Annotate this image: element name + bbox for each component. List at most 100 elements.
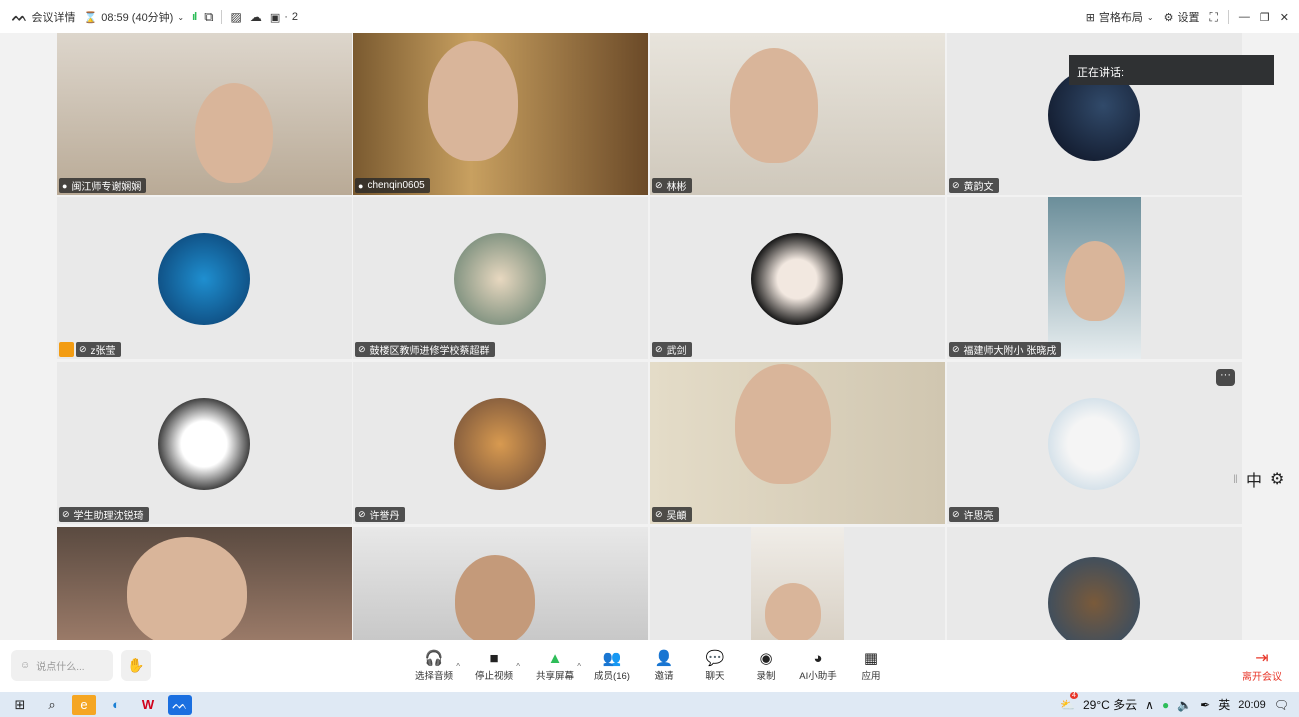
weather-icon[interactable]: ⛅ 4 [1060,691,1078,712]
participant-face [455,555,535,640]
add-user-icon: 👤 [654,650,674,667]
record-button[interactable]: ◉ 录制 [738,650,794,682]
drag-handle-icon[interactable]: ‖ [1233,472,1238,486]
participant-tile[interactable]: ● chenqin0605 [353,33,648,195]
ai-assistant-icon: ◕ [813,650,823,667]
apps-button[interactable]: ▦ 应用 [843,650,899,682]
participant-avatar [1048,398,1140,490]
wps-office-icon[interactable]: W [136,695,160,715]
cloud-icon[interactable]: ☁ [250,10,262,24]
notification-icon[interactable]: 🗨 [1274,698,1289,712]
ai-label: AI小助手 [799,671,837,682]
participant-tile[interactable] [650,527,945,640]
no-record-icon[interactable]: ▨ [230,10,241,24]
participant-avatar [158,398,250,490]
participant-face [195,83,273,183]
quick-chat-input[interactable]: ☺ 说点什么... [11,650,113,681]
members-button[interactable]: 👥 成员(16) [584,650,640,682]
signal-strength-icon[interactable]: ıl [192,11,197,23]
video-button[interactable]: ■ 停止视频 ^ [466,650,522,682]
meeting-top-bar: ᨓ 会议详情 ⌛ 08:59 (40分钟) ⌄ ıl ⧉ ▨ ☁ ▣ · 2 ⊞… [0,0,1299,34]
ie-browser-icon[interactable]: e [72,694,96,715]
camera-icon: ■ [489,650,499,667]
participant-tile[interactable] [353,527,648,640]
participant-tile[interactable]: ⊘ 许誉丹 [353,362,648,524]
participant-tile[interactable]: ⊘ 福建师大附小 张晓戌 [947,197,1242,359]
participant-name-tag: ⊘ 许思亮 [949,507,999,522]
device-count[interactable]: ▣ · 2 [270,11,298,24]
meeting-app-icon[interactable]: ᨓ [168,694,192,715]
speaker-icon[interactable]: 🔈 [1177,698,1192,712]
participant-tile[interactable] [947,527,1242,640]
participant-tile[interactable]: ● 闽江师专谢娴娴 [57,33,352,195]
mic-muted-icon: ⊘ [62,509,70,519]
ime-floating-bar[interactable]: ‖ 中 ⚙ [1233,464,1284,494]
restore-icon[interactable]: ❐ [1260,11,1270,24]
caret-up-icon[interactable]: ^ [577,662,581,671]
layout-button[interactable]: ⊞ 宫格布局 ⌄ [1086,9,1154,25]
gear-icon[interactable]: ⚙ [1270,469,1284,489]
participant-tile[interactable]: ⊘ 许思亮 [947,362,1242,524]
participant-name-tag: ⊘ 林彬 [652,178,692,193]
participant-avatar [158,233,250,325]
chat-button[interactable]: 💬 聊天 [687,650,743,682]
chat-placeholder: 说点什么... [36,662,85,673]
participant-tile[interactable]: ⊘ 鼓楼区教师进修学校蔡超群 [353,197,648,359]
share-screen-button[interactable]: ▲ 共享屏幕 ^ [527,650,583,682]
apps-label: 应用 [861,671,881,682]
participant-tile[interactable]: ⊘ 学生助理沈锐琦 [57,362,352,524]
edge-browser-icon[interactable]: ◐ [104,695,128,715]
members-label: 成员(16) [594,671,630,682]
weather-label[interactable]: 29°C 多云 [1083,696,1137,713]
invite-button[interactable]: 👤 邀请 [636,650,692,682]
ai-assistant-button[interactable]: ◕ AI小助手 [790,650,846,682]
participant-face [1065,241,1125,321]
caret-up-icon[interactable]: ^ [456,662,460,671]
audio-button[interactable]: 🎧 选择音频 ^ [406,650,462,682]
participant-name-tag: ⊘ 许誉丹 [355,507,405,522]
minimize-icon[interactable]: — [1239,11,1250,23]
meeting-timer[interactable]: ⌛ 08:59 (40分钟) ⌄ [84,9,185,25]
ime-indicator[interactable]: 英 [1218,696,1230,713]
raise-hand-button[interactable]: ✋ [121,650,151,681]
search-icon[interactable]: ⌕ [40,695,64,715]
device-count-value: 2 [291,11,299,23]
participant-tile[interactable]: ⊘ 林彬 [650,33,945,195]
leave-meeting-button[interactable]: ⇥ 离开会议 [1236,650,1288,683]
chat-label: 聊天 [705,671,725,682]
participant-tile[interactable]: ⊘ z张莹 [57,197,352,359]
exit-icon: ⇥ [1255,650,1269,667]
share-label: 共享屏幕 [535,671,574,682]
host-badge-icon [59,342,74,357]
clock[interactable]: 20:09 [1238,699,1266,711]
audio-label: 选择音频 [414,671,453,682]
record-icon: ◉ [759,650,773,667]
participant-tile[interactable] [57,527,352,640]
participant-avatar [751,233,843,325]
ime-lang-label[interactable]: 中 [1246,467,1262,491]
mic-muted-icon: ⊘ [655,180,663,190]
tray-expand-icon[interactable]: ∧ [1145,698,1154,712]
settings-button[interactable]: ⚙ 设置 [1164,9,1200,25]
screen-device-icon: ▣ [269,11,281,24]
divider [1227,10,1229,24]
grid-layout-icon: ⊞ [1085,11,1095,24]
fullscreen-icon[interactable]: ⛶ [1210,10,1218,25]
participant-face [735,364,831,484]
windows-start-icon[interactable]: ⊞ [8,695,32,715]
active-speaker-label: 正在讲话: [1077,67,1125,79]
mic-muted-icon: ⊘ [952,509,960,519]
caret-up-icon[interactable]: ^ [516,662,520,671]
participant-tile[interactable]: ⊘ 吴頔 [650,362,945,524]
meeting-details-button[interactable]: ᨓ 会议详情 [12,9,76,25]
participant-avatar [1048,557,1140,640]
more-options-button[interactable]: ··· [1216,369,1235,386]
mic-icon: ● [62,180,68,191]
pen-icon[interactable]: ✒ [1200,698,1210,712]
participant-face [127,537,247,640]
participant-tile[interactable]: ⊘ 武剑 [650,197,945,359]
external-link-icon[interactable]: ⧉ [204,9,213,25]
wechat-tray-icon[interactable]: ● [1162,698,1169,712]
layout-label: 宫格布局 [1098,12,1143,24]
close-icon[interactable]: ✕ [1280,11,1289,24]
